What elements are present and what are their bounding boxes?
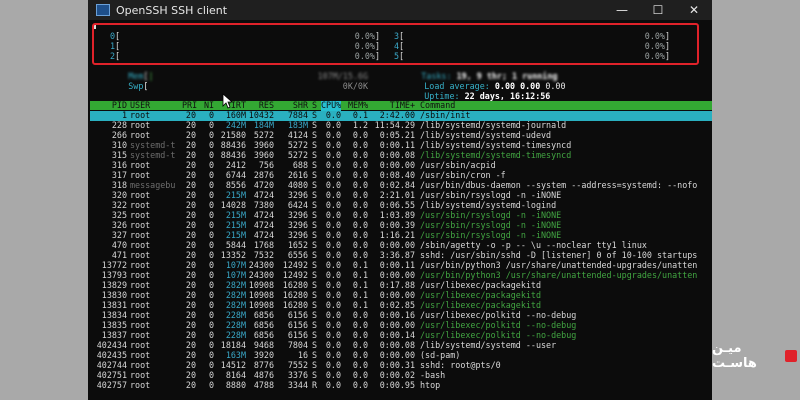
cell-cmd: htop [420, 380, 441, 390]
cell-time: 0:00.95 [379, 380, 415, 390]
uptime-line: Uptime: 22 days, 16:12:56 [394, 82, 550, 101]
title-bar[interactable]: OpenSSH SSH client — ☐ ✕ [88, 0, 712, 20]
cell-virt: 8880 [225, 380, 246, 390]
process-table-header: PID USER PRI NI VIRT RES SHR S CPU% MEM%… [90, 100, 712, 111]
terminal-area[interactable]: 0[0.0%] 1[0.0%] 2[0.0%] 3[0.0%] 4[0.0%] 5[0.0… [88, 20, 712, 400]
cell-pri: 20 [185, 380, 196, 390]
swp-label: Swp [128, 80, 144, 91]
cell-mem: 0.0 [352, 380, 368, 390]
cell-shr: 3344 [287, 380, 308, 390]
cell-pid: 402757 [96, 380, 127, 390]
maximize-button[interactable]: ☐ [640, 0, 676, 20]
cell-res: 4788 [253, 380, 274, 390]
ssh-client-window: OpenSSH SSH client — ☐ ✕ 0[0.0%] 1[0.0%] 2… [88, 0, 712, 400]
swp-value: 0K/0K [342, 80, 368, 91]
terminal-app-icon [96, 4, 110, 16]
process-row[interactable]: 402757 root 20 0 8880 4788 3344 R 0.0 0.0 0:00.95 h… [90, 380, 712, 391]
watermark-text: میـن هاسـت [712, 341, 757, 371]
watermark: میـن هاسـت [712, 341, 800, 371]
cell-user: root [130, 380, 151, 390]
cell-cpu: 0.0 [325, 380, 341, 390]
swp-meter: Swp[0K/0K [128, 80, 368, 91]
window-title: OpenSSH SSH client [116, 3, 228, 17]
minimize-button[interactable]: — [604, 0, 640, 20]
cell-ni: 0 [208, 380, 214, 390]
close-button[interactable]: ✕ [676, 0, 712, 20]
mouse-pointer-icon [222, 93, 234, 109]
load-average-line: Load average: 0.00 0.00 0.00 [394, 72, 565, 91]
watermark-logo-icon [784, 350, 797, 362]
cpu-highlight-annotation [92, 23, 699, 65]
cell-s: R [312, 380, 318, 390]
uptime-value: 22 days, 16:12:56 [464, 90, 551, 101]
